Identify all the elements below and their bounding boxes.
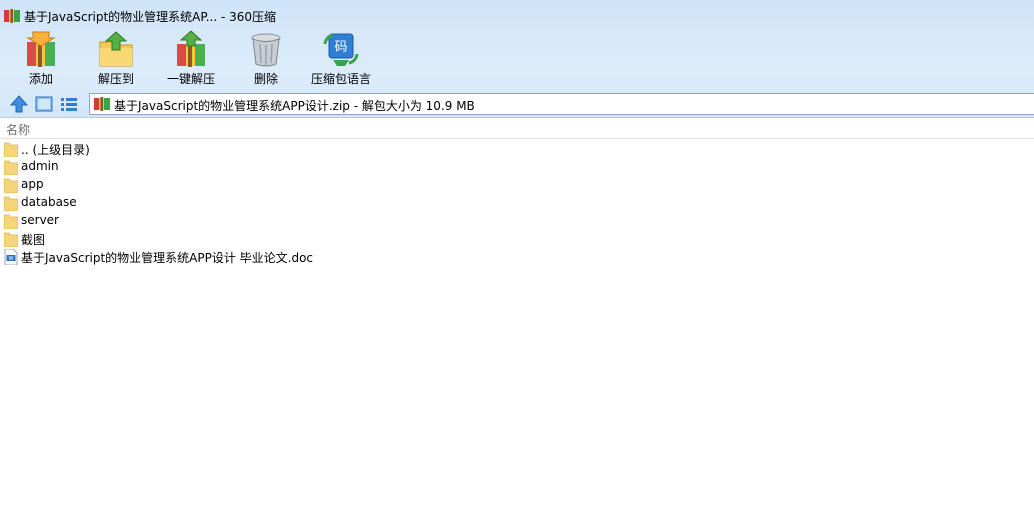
toolbar: 添加 解压到 一键解压 删除 码 压缩包语言 <box>0 30 1034 86</box>
list-item[interactable]: app <box>0 176 1034 194</box>
delete-icon <box>251 33 281 67</box>
folder-icon <box>4 142 18 157</box>
add-archive-icon <box>26 31 56 67</box>
list-item[interactable]: W 基于JavaScript的物业管理系统APP设计 毕业论文.doc <box>0 248 1034 266</box>
column-name-label: 名称 <box>6 123 31 137</box>
list-item[interactable]: database <box>0 194 1034 212</box>
list-view-icon[interactable] <box>59 94 79 114</box>
list-item-name: app <box>21 177 44 191</box>
list-item[interactable]: 截图 <box>0 230 1034 248</box>
list-item-name: 截图 <box>21 233 46 247</box>
svg-text:码: 码 <box>334 40 347 55</box>
delete-label: 删除 <box>253 72 278 86</box>
list-item[interactable]: server <box>0 212 1034 230</box>
archive-language-icon: 码 <box>323 33 359 66</box>
one-click-extract-button[interactable]: 一键解压 <box>151 30 231 86</box>
extract-to-button[interactable]: 解压到 <box>76 30 156 86</box>
list-item-name: .. (上级目录) <box>21 143 90 157</box>
one-click-extract-icon <box>177 30 205 67</box>
archive-language-label: 压缩包语言 <box>310 72 371 86</box>
app-window: 基于JavaScript的物业管理系统AP... - 360压缩 添加 解压到 … <box>0 0 1034 508</box>
one-click-extract-label: 一键解压 <box>166 72 215 86</box>
doc-file-icon: W <box>4 249 18 265</box>
delete-button[interactable]: 删除 <box>226 30 306 86</box>
folder-icon <box>4 160 18 175</box>
address-bar[interactable]: 基于JavaScript的物业管理系统APP设计.zip - 解包大小为 10.… <box>89 93 1034 115</box>
window-title: 基于JavaScript的物业管理系统AP... - 360压缩 <box>24 10 277 24</box>
zip-file-icon <box>94 97 110 111</box>
thumbnail-view-icon[interactable] <box>34 94 54 114</box>
folder-icon <box>4 178 18 193</box>
svg-text:W: W <box>9 256 14 262</box>
column-header-name[interactable]: 名称 <box>0 118 1034 139</box>
extract-to-icon <box>99 31 133 67</box>
up-arrow-icon[interactable] <box>9 94 29 114</box>
navigation-bar: 基于JavaScript的物业管理系统APP设计.zip - 解包大小为 10.… <box>0 91 1034 117</box>
list-item-name: database <box>21 195 77 209</box>
address-text: 基于JavaScript的物业管理系统APP设计.zip - 解包大小为 10.… <box>114 99 475 113</box>
list-item[interactable]: admin <box>0 158 1034 176</box>
window-chrome: 基于JavaScript的物业管理系统AP... - 360压缩 添加 解压到 … <box>0 0 1034 118</box>
list-item[interactable]: .. (上级目录) <box>0 140 1034 158</box>
folder-icon <box>4 232 18 247</box>
folder-icon <box>4 196 18 211</box>
add-label: 添加 <box>28 72 53 86</box>
list-item-name: server <box>21 213 59 227</box>
archive-app-icon <box>4 9 20 23</box>
folder-icon <box>4 214 18 229</box>
file-list: 名称 .. (上级目录) admin app database server 截… <box>0 118 1034 508</box>
add-button[interactable]: 添加 <box>1 30 81 86</box>
list-item-name: 基于JavaScript的物业管理系统APP设计 毕业论文.doc <box>21 251 314 265</box>
list-item-name: admin <box>21 159 59 173</box>
extract-to-label: 解压到 <box>97 72 134 86</box>
title-bar: 基于JavaScript的物业管理系统AP... - 360压缩 <box>0 0 1034 32</box>
archive-language-button[interactable]: 码 压缩包语言 <box>301 30 381 86</box>
